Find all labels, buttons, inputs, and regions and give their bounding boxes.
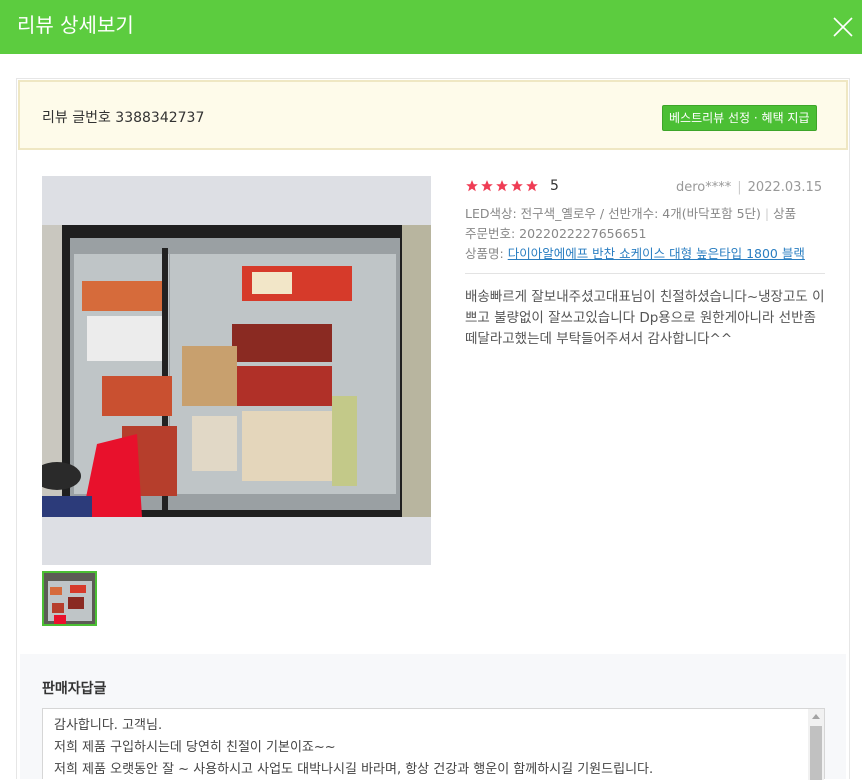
review-meta: dero**** | 2022.03.15 (676, 180, 822, 195)
star-icon (511, 180, 523, 192)
review-date: 2022.03.15 (747, 180, 823, 195)
scroll-up-arrow-icon[interactable] (812, 714, 820, 719)
modal-header: 리뷰 상세보기 (0, 0, 862, 54)
product-name-row: 상품명: 다이아알에에프 반찬 쇼케이스 대형 높은타입 1800 블랙 (465, 243, 827, 262)
review-info-bar: 리뷰 글번호 3388342737 베스트리뷰 선정 · 혜택 지급 (18, 80, 848, 150)
reply-scrollbar[interactable] (808, 709, 824, 780)
product-options: LED색상: 전구색_옐로우 / 선반개수: 4개(바닥포함 5단) | 상품 주문… (465, 204, 827, 244)
scrollbar-thumb[interactable] (810, 726, 822, 780)
reply-line: 저희 제품 오랫동안 잘 ~ 사용하시고 사업도 대박나시길 바라며, 항상 건… (54, 762, 654, 777)
star-icon (466, 180, 478, 192)
star-icon (496, 180, 508, 192)
review-number: 리뷰 글번호 3388342737 (42, 110, 205, 126)
order-number: 주문번호: 2022022227656651 (465, 226, 647, 241)
reply-line: 저희 제품 구입하시는데 당연히 친절이 기본이죠~~ (54, 740, 336, 755)
star-icon (526, 180, 538, 192)
seller-reply-title: 판매자답글 (42, 681, 107, 697)
review-content: 배송빠르게 잘보내주셨고대표님이 친절하셨습니다~냉장고도 이쁘고 불량없이 잘… (465, 289, 825, 347)
best-review-button[interactable]: 베스트리뷰 선정 · 혜택 지급 (662, 105, 817, 131)
option-divider: | (764, 206, 770, 221)
modal-title: 리뷰 상세보기 (17, 13, 134, 37)
option-extra: 상품 (773, 206, 797, 221)
reply-line: 감사합니다. 고객님. (54, 718, 163, 733)
option-text: LED색상: 전구색_옐로우 / 선반개수: 4개(바닥포함 5단) (465, 206, 761, 221)
product-name-link[interactable]: 다이아알에에프 반찬 쇼케이스 대형 높은타입 1800 블랙 (508, 246, 805, 261)
seller-reply-text: 감사합니다. 고객님. 저희 제품 구입하시는데 당연히 친절이 기본이죠~~ … (54, 715, 804, 781)
divider (465, 273, 825, 274)
close-icon[interactable] (832, 16, 854, 38)
review-photo-thumbnail[interactable] (42, 571, 97, 626)
star-icon (481, 180, 493, 192)
meta-divider: | (737, 180, 742, 195)
rating-score: 5 (550, 178, 559, 194)
rating-stars (465, 179, 540, 193)
seller-reply-box: 감사합니다. 고객님. 저희 제품 구입하시는데 당연히 친절이 기본이죠~~ … (42, 708, 825, 781)
product-name-label: 상품명: (465, 246, 504, 261)
review-photo[interactable] (42, 176, 431, 565)
author-name: dero**** (676, 180, 732, 195)
